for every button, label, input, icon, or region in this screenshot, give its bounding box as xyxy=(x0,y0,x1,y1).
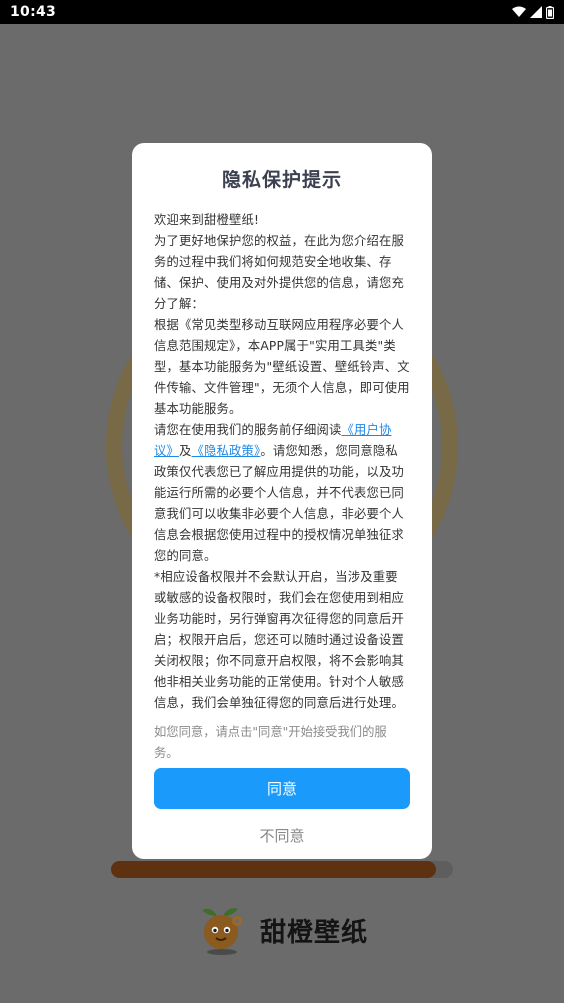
regulation-text: 根据《常见类型移动互联网应用程序必要个人信息范围规定》，本APP属于"实用工具类… xyxy=(154,318,410,416)
policy-text: 请您在使用我们的服务前仔细阅读《用户协议》及《隐私政策》。请您知悉，您同意隐私政… xyxy=(154,420,410,567)
policy-text-after: 。请您知悉，您同意隐私政策仅代表您已了解应用提供的功能，以及功能运行所需的必要个… xyxy=(154,444,404,563)
dialog-body: 欢迎来到甜橙壁纸! 为了更好地保护您的权益，在此为您介绍在服务的过程中我们将如何… xyxy=(154,210,410,714)
intro-text: 为了更好地保护您的权益，在此为您介绍在服务的过程中我们将如何规范安全地收集、存储… xyxy=(154,234,404,311)
consent-note: 如您同意，请点击"同意"开始接受我们的服务。 xyxy=(154,725,387,760)
splash-progress-bar xyxy=(111,861,453,878)
status-icons xyxy=(512,5,554,19)
privacy-dialog: 隐私保护提示 欢迎来到甜橙壁纸! 为了更好地保护您的权益，在此为您介绍在服务的过… xyxy=(132,143,432,859)
signal-icon xyxy=(530,6,542,18)
status-bar: 10:43 xyxy=(0,0,564,24)
privacy-policy-link[interactable]: 《隐私政策》 xyxy=(192,444,261,458)
dialog-title: 隐私保护提示 xyxy=(221,169,342,191)
battery-icon xyxy=(546,5,554,19)
policy-text-and: 及 xyxy=(179,444,192,458)
policy-text-before: 请您在使用我们的服务前仔细阅读 xyxy=(154,423,342,437)
agree-button[interactable]: 同意 xyxy=(154,768,410,809)
disagree-button[interactable]: 不同意 xyxy=(154,820,410,850)
orange-mascot-icon xyxy=(196,904,248,956)
greeting-text: 欢迎来到甜橙壁纸! xyxy=(154,213,260,227)
wifi-icon xyxy=(512,6,526,18)
brand: 甜橙壁纸 xyxy=(196,902,368,958)
app-name: 甜橙壁纸 xyxy=(260,917,369,948)
status-time: 10:43 xyxy=(10,4,57,20)
permission-text: *相应设备权限并不会默认开启，当涉及重要或敏感的设备权限时，我们会在您使用到相应… xyxy=(154,570,404,710)
splash-progress-fill xyxy=(111,861,436,878)
